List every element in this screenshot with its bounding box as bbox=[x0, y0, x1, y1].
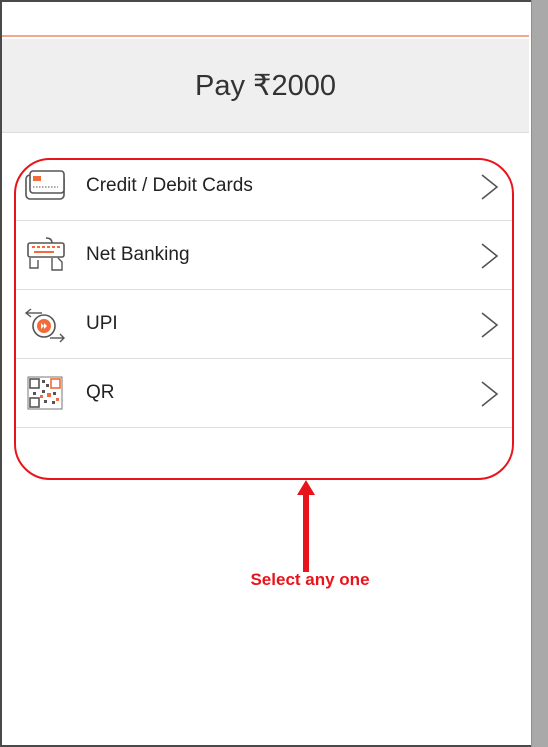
annotation-note: Select any one bbox=[250, 570, 370, 589]
highlight-outline bbox=[14, 158, 514, 480]
top-strip bbox=[2, 2, 529, 37]
arrow-up-icon bbox=[296, 480, 316, 572]
scrollbar[interactable] bbox=[531, 0, 548, 747]
page-title: Pay ₹2000 bbox=[195, 70, 336, 102]
payment-header: Pay ₹2000 bbox=[2, 39, 529, 133]
